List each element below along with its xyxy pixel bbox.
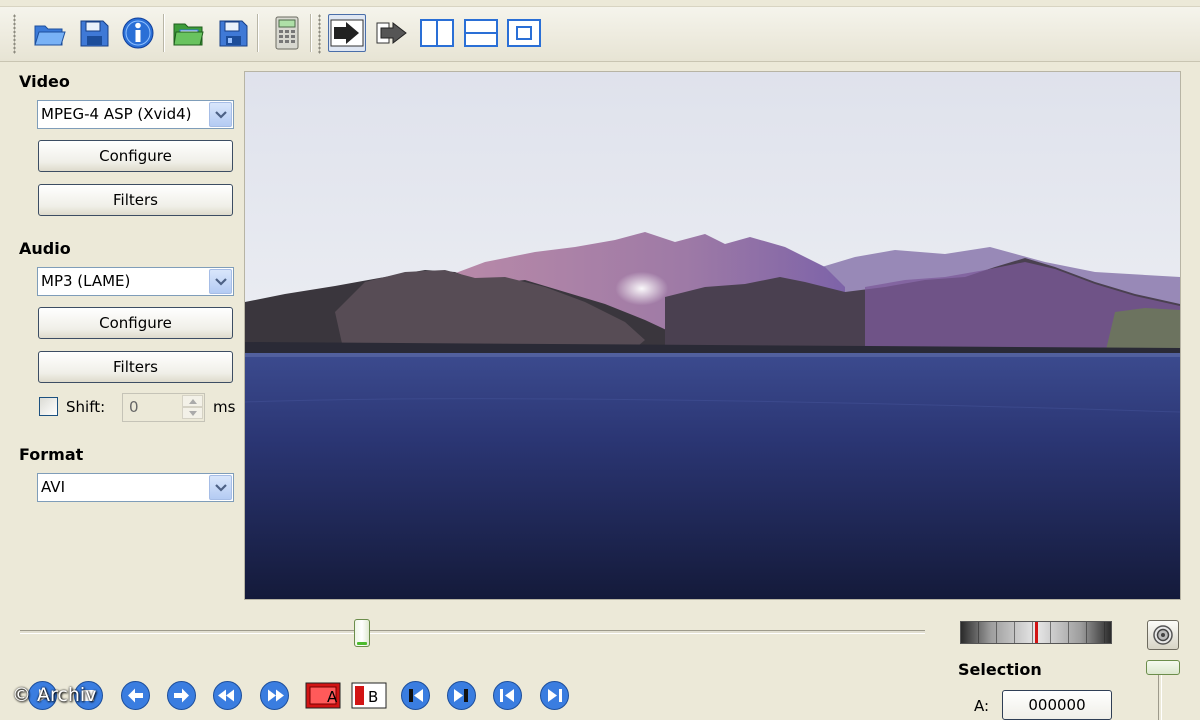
open-green-folder-icon — [173, 23, 204, 46]
svg-text:B: B — [368, 688, 378, 706]
toolbar-separator — [163, 14, 165, 52]
toolbar-grip[interactable] — [318, 14, 321, 54]
volume-slider-thumb[interactable] — [1146, 660, 1180, 675]
rewind-button[interactable] — [212, 680, 243, 711]
video-codec-select[interactable]: MPEG-4 ASP (Xvid4) — [37, 100, 234, 129]
split-vertical-button[interactable] — [418, 14, 456, 52]
video-section-label: Video — [19, 72, 70, 91]
video-configure-button[interactable]: Configure — [38, 140, 233, 172]
video-preview — [244, 71, 1181, 600]
chevron-down-icon[interactable] — [209, 269, 232, 294]
go-to-start-icon — [401, 681, 430, 710]
single-pane-icon — [507, 19, 541, 47]
jog-shuttle-marker — [1034, 622, 1038, 643]
fast-forward-icon — [260, 681, 289, 710]
toolbar-separator — [257, 14, 259, 52]
next-frame-icon — [167, 681, 196, 710]
next-keyframe-icon — [540, 681, 569, 710]
previous-frame-icon — [121, 681, 150, 710]
menu-bar — [0, 0, 1200, 7]
shift-value: 0 — [129, 398, 139, 416]
go-to-start-button[interactable] — [400, 680, 431, 711]
save-project-button[interactable] — [214, 14, 252, 52]
chevron-down-icon[interactable] — [209, 102, 232, 127]
main-toolbar — [0, 0, 1200, 62]
open-folder-icon — [34, 25, 66, 46]
set-marker-a-icon: A — [305, 682, 341, 709]
volume-slider-track[interactable] — [1158, 675, 1162, 720]
split-horizontal-button[interactable] — [462, 14, 500, 52]
speaker-icon — [1153, 625, 1173, 645]
save-video-button[interactable] — [75, 14, 113, 52]
toolbar-grip[interactable] — [13, 14, 16, 54]
split-horizontal-icon — [464, 19, 498, 47]
calculator-icon — [275, 16, 299, 50]
chevron-down-icon[interactable] — [209, 475, 232, 500]
selection-label: Selection — [958, 660, 1042, 679]
audio-codec-select[interactable]: MP3 (LAME) — [37, 267, 234, 296]
rewind-icon — [213, 681, 242, 710]
set-marker-b-icon: B — [351, 682, 387, 709]
previous-frame-button[interactable] — [120, 680, 151, 711]
toolbar-separator — [310, 14, 312, 52]
audio-codec-value: MP3 (LAME) — [41, 272, 131, 290]
next-keyframe-button[interactable] — [539, 680, 570, 711]
jog-shuttle[interactable] — [960, 621, 1112, 644]
fast-forward-button[interactable] — [259, 680, 290, 711]
format-section-label: Format — [19, 445, 84, 464]
split-vertical-icon — [420, 19, 454, 47]
go-to-end-button[interactable] — [446, 680, 477, 711]
svg-text:A: A — [327, 688, 338, 706]
previous-keyframe-button[interactable] — [492, 680, 523, 711]
video-codec-value: MPEG-4 ASP (Xvid4) — [41, 105, 192, 123]
output-mode-play-icon — [330, 19, 364, 47]
shift-checkbox[interactable] — [39, 397, 58, 416]
shift-label: Shift: — [66, 398, 106, 416]
input-mode-button[interactable] — [374, 14, 412, 52]
spin-down-icon[interactable] — [182, 407, 203, 419]
shift-value-input[interactable]: 0 — [122, 393, 205, 422]
output-mode-arrow-icon — [376, 21, 407, 45]
preview-frame-image — [245, 72, 1180, 599]
open-video-button[interactable] — [31, 14, 69, 52]
go-to-end-icon — [447, 681, 476, 710]
shift-unit-label: ms — [213, 398, 236, 416]
previous-keyframe-icon — [493, 681, 522, 710]
video-filters-button[interactable]: Filters — [38, 184, 233, 216]
open-project-button[interactable] — [170, 14, 208, 52]
format-value: AVI — [41, 478, 65, 496]
save-video-floppy-icon — [219, 20, 248, 47]
save-floppy-icon — [80, 20, 109, 47]
audio-section-label: Audio — [19, 239, 71, 258]
next-frame-button[interactable] — [166, 680, 197, 711]
audio-filters-button[interactable]: Filters — [38, 351, 233, 383]
selection-a-button[interactable]: 000000 — [1002, 690, 1112, 720]
spin-up-icon[interactable] — [182, 395, 203, 407]
seek-slider-thumb[interactable] — [354, 619, 371, 647]
info-icon — [122, 17, 154, 49]
single-pane-button[interactable] — [505, 14, 543, 52]
set-marker-a-button[interactable]: A — [305, 680, 341, 711]
volume-button[interactable] — [1147, 620, 1179, 650]
audio-configure-button[interactable]: Configure — [38, 307, 233, 339]
output-mode-button[interactable] — [328, 14, 366, 52]
seek-slider-track[interactable] — [20, 630, 925, 634]
properties-button[interactable] — [119, 14, 157, 52]
calculator-button[interactable] — [268, 14, 306, 52]
selection-a-label: A: — [974, 697, 990, 715]
set-marker-b-button[interactable]: B — [351, 680, 387, 711]
format-select[interactable]: AVI — [37, 473, 234, 502]
copyright-watermark: © Archiv — [12, 684, 97, 706]
